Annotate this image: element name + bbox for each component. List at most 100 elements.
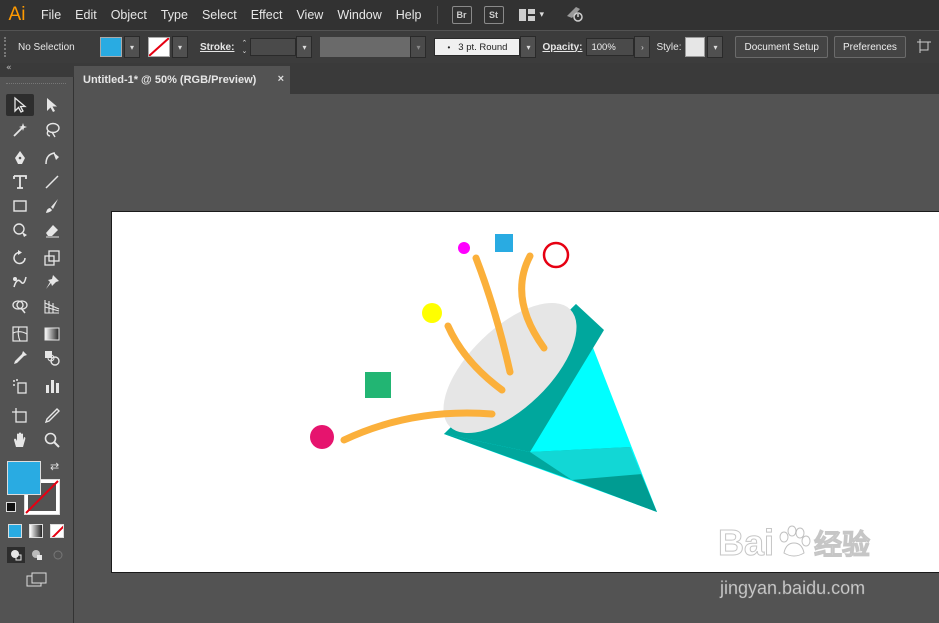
rotate-icon <box>13 250 26 265</box>
fill-color-box-front[interactable] <box>7 461 41 495</box>
warp-icon <box>13 276 27 288</box>
lasso-icon <box>46 122 60 138</box>
direct-selection-tool[interactable] <box>38 94 66 116</box>
stroke-weight-stepper[interactable]: ⌃ ⌄ <box>238 37 250 57</box>
gradient-mode-button[interactable] <box>29 524 43 538</box>
eyedropper-icon <box>14 351 27 364</box>
magic-wand-icon <box>13 123 27 137</box>
fill-swatch[interactable] <box>100 37 122 57</box>
none-mode-button[interactable] <box>50 524 64 538</box>
scale-tool[interactable] <box>38 247 66 269</box>
screen-mode-button[interactable] <box>26 572 48 588</box>
symbol-sprayer-tool[interactable] <box>6 375 34 397</box>
menu-object[interactable]: Object <box>104 8 154 22</box>
gradient-icon <box>44 327 60 341</box>
tools-grip <box>6 83 66 88</box>
stepper-down-icon[interactable]: ⌄ <box>242 47 248 55</box>
brush-dot-icon: • <box>447 42 451 52</box>
selection-status: No Selection <box>18 41 75 53</box>
collapse-toolbar-icon[interactable]: « <box>6 63 12 73</box>
variable-width-profile[interactable] <box>320 37 411 57</box>
shaper-tool[interactable] <box>6 219 34 241</box>
menu-edit[interactable]: Edit <box>68 8 104 22</box>
default-fill-stroke-icon[interactable] <box>6 502 16 512</box>
watermark-url: jingyan.baidu.com <box>720 578 866 599</box>
blend-tool[interactable] <box>38 347 66 369</box>
direct-selection-arrow-icon <box>47 98 57 112</box>
preferences-button[interactable]: Preferences <box>833 36 906 58</box>
curvature-tool[interactable] <box>38 147 66 169</box>
menu-view[interactable]: View <box>289 8 330 22</box>
brush-label: 3 pt. Round <box>458 41 508 53</box>
watermark-brand-cn: 经验 <box>814 529 871 561</box>
draw-inside-button[interactable] <box>49 547 67 563</box>
selection-tool[interactable] <box>6 94 34 116</box>
fill-dropdown[interactable]: ▾ <box>124 36 140 58</box>
document-tab-title: Untitled-1* @ 50% (RGB/Preview) <box>83 74 257 86</box>
mesh-tool[interactable] <box>6 323 34 345</box>
grip-icon <box>4 37 12 57</box>
curvature-pen-icon <box>45 152 59 165</box>
menu-help[interactable]: Help <box>389 8 429 22</box>
style-dropdown[interactable]: ▾ <box>707 36 724 58</box>
style-swatch[interactable] <box>685 37 706 57</box>
shape-builder-tool[interactable] <box>6 295 34 317</box>
rectangle-tool[interactable] <box>6 195 34 217</box>
document-tab-bar: Untitled-1* @ 50% (RGB/Preview) × <box>74 63 939 94</box>
puppet-warp-tool[interactable] <box>38 271 66 293</box>
type-icon <box>13 175 27 189</box>
gradient-tool[interactable] <box>38 323 66 345</box>
magic-wand-tool[interactable] <box>6 119 34 141</box>
pen-tool[interactable] <box>6 147 34 169</box>
menu-window[interactable]: Window <box>330 8 388 22</box>
line-segment-tool[interactable] <box>38 171 66 193</box>
warp-tool[interactable] <box>6 271 34 293</box>
slice-knife-icon <box>44 408 60 424</box>
menu-effect[interactable]: Effect <box>244 8 290 22</box>
shaper-icon <box>13 223 27 237</box>
stock-icon[interactable]: St <box>483 6 504 24</box>
menu-type[interactable]: Type <box>154 8 195 22</box>
draw-behind-button[interactable] <box>28 547 46 563</box>
eraser-tool[interactable] <box>38 219 66 241</box>
stepper-up-icon[interactable]: ⌃ <box>242 39 248 47</box>
draw-normal-button[interactable] <box>7 547 25 563</box>
document-setup-button[interactable]: Document Setup <box>735 36 828 58</box>
stroke-weight-field[interactable] <box>250 38 297 56</box>
variable-width-dropdown[interactable]: ▾ <box>410 36 427 58</box>
gpu-performance-icon[interactable] <box>564 4 584 26</box>
paw-icon <box>779 525 811 557</box>
opacity-dropdown[interactable]: › <box>634 36 651 58</box>
slice-tool[interactable] <box>38 405 66 427</box>
confetti-yellow-dot <box>422 303 442 323</box>
type-tool[interactable] <box>6 171 34 193</box>
swap-fill-stroke-icon[interactable]: ⇄ <box>50 460 59 473</box>
rotate-tool[interactable] <box>6 247 34 269</box>
brush-definition-field[interactable]: • 3 pt. Round <box>434 38 521 56</box>
eyedropper-tool[interactable] <box>6 347 34 369</box>
arrange-documents-icon[interactable] <box>916 38 932 57</box>
stroke-dropdown[interactable]: ▾ <box>172 36 188 58</box>
menu-file[interactable]: File <box>34 8 68 22</box>
opacity-field[interactable]: 100% <box>586 38 635 56</box>
workspace-switcher-icon[interactable]: ▾ <box>518 8 544 22</box>
brush-dropdown[interactable]: ▾ <box>520 36 537 58</box>
artboard-tool[interactable] <box>6 405 34 427</box>
close-tab-icon[interactable]: × <box>278 73 284 85</box>
document-tab[interactable]: Untitled-1* @ 50% (RGB/Preview) × <box>74 66 290 94</box>
pushpin-icon <box>46 275 59 289</box>
zoom-tool[interactable] <box>38 429 66 451</box>
color-mode-button[interactable] <box>8 524 22 538</box>
stroke-swatch[interactable] <box>148 37 170 57</box>
opacity-value: 100% <box>591 41 616 53</box>
hand-tool[interactable] <box>6 429 34 451</box>
opacity-label[interactable]: Opacity: <box>542 42 582 53</box>
artboard-icon <box>12 408 27 423</box>
column-graph-tool[interactable] <box>38 375 66 397</box>
paintbrush-tool[interactable] <box>38 195 66 217</box>
menu-select[interactable]: Select <box>195 8 244 22</box>
perspective-grid-tool[interactable] <box>38 295 66 317</box>
bridge-icon[interactable]: Br <box>451 6 472 24</box>
stroke-weight-dropdown[interactable]: ▾ <box>296 36 313 58</box>
lasso-tool[interactable] <box>38 119 66 141</box>
